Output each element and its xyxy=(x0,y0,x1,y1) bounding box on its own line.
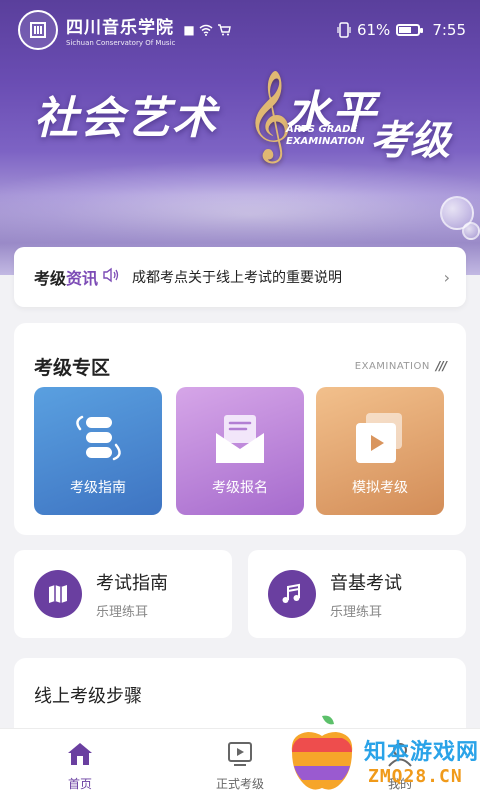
user-icon xyxy=(385,739,415,769)
nav-mine[interactable]: 我的 xyxy=(320,729,480,800)
vibrate-icon xyxy=(337,22,351,38)
tile-label: 考级指南 xyxy=(70,480,126,496)
school-emblem-icon xyxy=(30,22,46,38)
speaker-icon xyxy=(102,267,120,287)
school-name-cn: 四川音乐学院 xyxy=(66,18,174,38)
quick-card-text: 考试指南 乐理练耳 xyxy=(96,569,168,620)
guide-stack-icon xyxy=(76,415,121,461)
tile-label: 模拟考级 xyxy=(352,480,408,496)
news-headline[interactable]: 成都考点关于线上考试的重要说明 xyxy=(132,267,342,287)
battery-icon xyxy=(396,24,424,36)
exam-zone-en-text: EXAMINATION xyxy=(354,360,430,372)
tile-mock-exam[interactable]: 模拟考级 xyxy=(316,387,444,515)
tile-exam-register[interactable]: 考级报名 xyxy=(176,387,304,515)
school-name: 四川音乐学院 Sichuan Conservatory Of Music xyxy=(66,13,175,47)
battery-percent: 61% xyxy=(356,21,391,39)
school-logo xyxy=(18,10,58,50)
notification-icons: ■ xyxy=(183,23,231,37)
quick-card-title: 音基考试 xyxy=(330,572,402,594)
online-steps-title: 线上考级步骤 xyxy=(34,686,142,707)
chevron-right-icon[interactable]: › xyxy=(444,268,450,287)
banner-subtitle-en-1: ARTS GRADE xyxy=(286,124,358,135)
news-ticker[interactable]: 考级 资讯 成都考点关于线上考试的重要说明 › xyxy=(14,247,466,307)
tile-exam-guide[interactable]: 考级指南 xyxy=(34,387,162,515)
banner-subtitle-en-2: EXAMINATION xyxy=(286,136,365,147)
quick-card-sub: 乐理练耳 xyxy=(330,604,383,620)
banner-title-left: 社会艺术 xyxy=(34,93,218,144)
exam-zone-card: 考级专区 EXAMINATION /// 考级指南 考级报名 模拟考级 xyxy=(14,323,466,535)
music-note-icon xyxy=(268,570,316,618)
status-right: 61% 7:55 xyxy=(337,21,466,39)
nav-label: 首页 xyxy=(67,777,92,791)
news-tag-part2: 资讯 xyxy=(66,269,99,288)
exam-zone-en-label: EXAMINATION /// xyxy=(354,359,447,373)
status-bar: 四川音乐学院 Sichuan Conservatory Of Music ■ 6… xyxy=(0,0,480,60)
home-icon xyxy=(65,739,95,769)
quick-card-text: 音基考试 乐理练耳 xyxy=(330,569,402,620)
play-screen-icon xyxy=(225,739,255,769)
banner-subtitle-en: ARTS GRADE EXAMINATION xyxy=(286,124,365,148)
map-icon xyxy=(34,570,82,618)
nav-label: 正式考级 xyxy=(215,777,264,791)
quick-card-title: 考试指南 xyxy=(96,572,168,594)
quick-card-exam-guide[interactable]: 考试指南 乐理练耳 xyxy=(14,550,232,638)
banner-title-3: 考级 xyxy=(370,117,450,164)
video-play-icon xyxy=(356,413,402,463)
nav-formal-exam[interactable]: 正式考级 xyxy=(160,729,320,800)
banner-bubble xyxy=(462,222,480,240)
quick-card-sub: 乐理练耳 xyxy=(96,604,149,620)
wifi-icon xyxy=(199,24,213,36)
news-tag-part1: 考级 xyxy=(34,269,67,288)
slashes-icon: /// xyxy=(435,359,447,373)
bottom-nav: 首页 正式考级 我的 xyxy=(0,728,480,800)
nav-label: 我的 xyxy=(387,777,412,791)
school-name-en: Sichuan Conservatory Of Music xyxy=(66,39,176,47)
notification-icon: ■ xyxy=(183,23,195,37)
clock: 7:55 xyxy=(432,21,466,39)
nav-home[interactable]: 首页 xyxy=(0,729,160,800)
cart-icon xyxy=(217,24,231,36)
exam-zone-title: 考级专区 xyxy=(34,357,111,379)
quick-card-basic-music-exam[interactable]: 音基考试 乐理练耳 xyxy=(248,550,466,638)
envelope-icon xyxy=(216,415,264,463)
tile-label: 考级报名 xyxy=(212,480,268,496)
